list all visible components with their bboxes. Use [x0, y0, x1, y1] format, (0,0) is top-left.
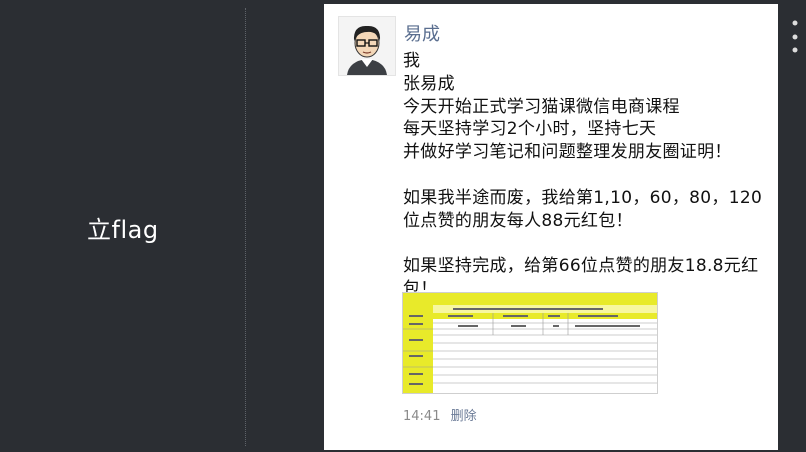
avatar[interactable]: [338, 16, 396, 76]
post-line: 张易成: [403, 73, 455, 94]
post-line: 今天开始正式学习猫课微信电商课程: [403, 96, 680, 117]
post-line: 位点赞的朋友每人88元红包！: [403, 210, 633, 231]
divider: [245, 8, 246, 446]
avatar-cartoon-icon: [339, 17, 395, 75]
post-text: 我 张易成 今天开始正式学习猫课微信电商课程 每天坚持学习2个小时，坚持七天 并…: [403, 50, 773, 301]
post-meta: 14:41 删除: [403, 405, 477, 424]
side-toolbar: [778, 0, 806, 452]
attached-image-thumbnail[interactable]: [402, 292, 658, 394]
post-line: 每天坚持学习2个小时，坚持七天: [403, 119, 657, 140]
spreadsheet-image: [403, 293, 657, 393]
post-line: 如果我半途而废，我给第1,10，60，80，120: [403, 187, 763, 208]
author-name[interactable]: 易成: [404, 20, 440, 46]
post-line: 我: [403, 51, 421, 71]
slide-panel: 立flag: [0, 0, 322, 452]
slide-title: 立flag: [87, 216, 159, 244]
post-line-blank: [403, 232, 773, 255]
post-line: 如果坚持完成，给第66位点赞的朋友18.8元红: [403, 256, 759, 277]
delete-link[interactable]: 删除: [451, 409, 477, 424]
post-line-blank: [403, 164, 773, 187]
post-line: 并做好学习笔记和问题整理发朋友圈证明！: [403, 142, 732, 163]
moments-post: 易成 我 张易成 今天开始正式学习猫课微信电商课程 每天坚持学习2个小时，坚持七…: [324, 4, 778, 450]
more-vert-icon[interactable]: [788, 18, 802, 58]
post-timestamp: 14:41: [403, 409, 441, 424]
